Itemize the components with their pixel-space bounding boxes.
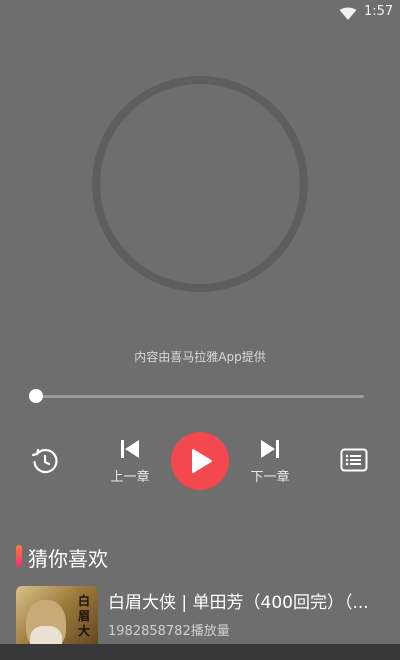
play-button[interactable] (171, 432, 229, 490)
play-icon (192, 449, 212, 473)
item-play-count: 1982858782播放量 (108, 624, 230, 639)
history-button[interactable] (30, 446, 62, 478)
prev-chapter-label: 上一章 (110, 470, 150, 485)
playlist-icon (340, 448, 368, 476)
status-time: 1:57 (364, 4, 394, 19)
prev-chapter-button[interactable]: 上一章 (104, 436, 156, 488)
playlist-button[interactable] (340, 448, 370, 476)
status-bar: 1:57 (0, 0, 400, 24)
progress-thumb[interactable] (29, 389, 43, 403)
progress-bar[interactable] (29, 389, 364, 403)
content-credit: 内容由喜马拉雅App提供 (134, 350, 266, 364)
next-chapter-button[interactable]: 下一章 (244, 436, 296, 488)
item-title: 白眉大侠 | 单田芳（400回完）（... (108, 593, 369, 613)
album-disc (92, 76, 308, 292)
list-item[interactable]: 白眉大 白眉大侠 | 单田芳（400回完）（... 1982858782播放量 (16, 584, 400, 656)
section-accent-bar (16, 545, 22, 567)
system-nav-bar (0, 644, 400, 660)
wifi-icon (339, 6, 357, 25)
skip-next-icon (259, 440, 281, 463)
history-icon (30, 448, 60, 480)
cover-text: 白眉大 (78, 594, 91, 638)
skip-previous-icon (119, 440, 141, 463)
recommend-title: 猜你喜欢 (28, 547, 108, 571)
next-chapter-label: 下一章 (250, 470, 290, 485)
